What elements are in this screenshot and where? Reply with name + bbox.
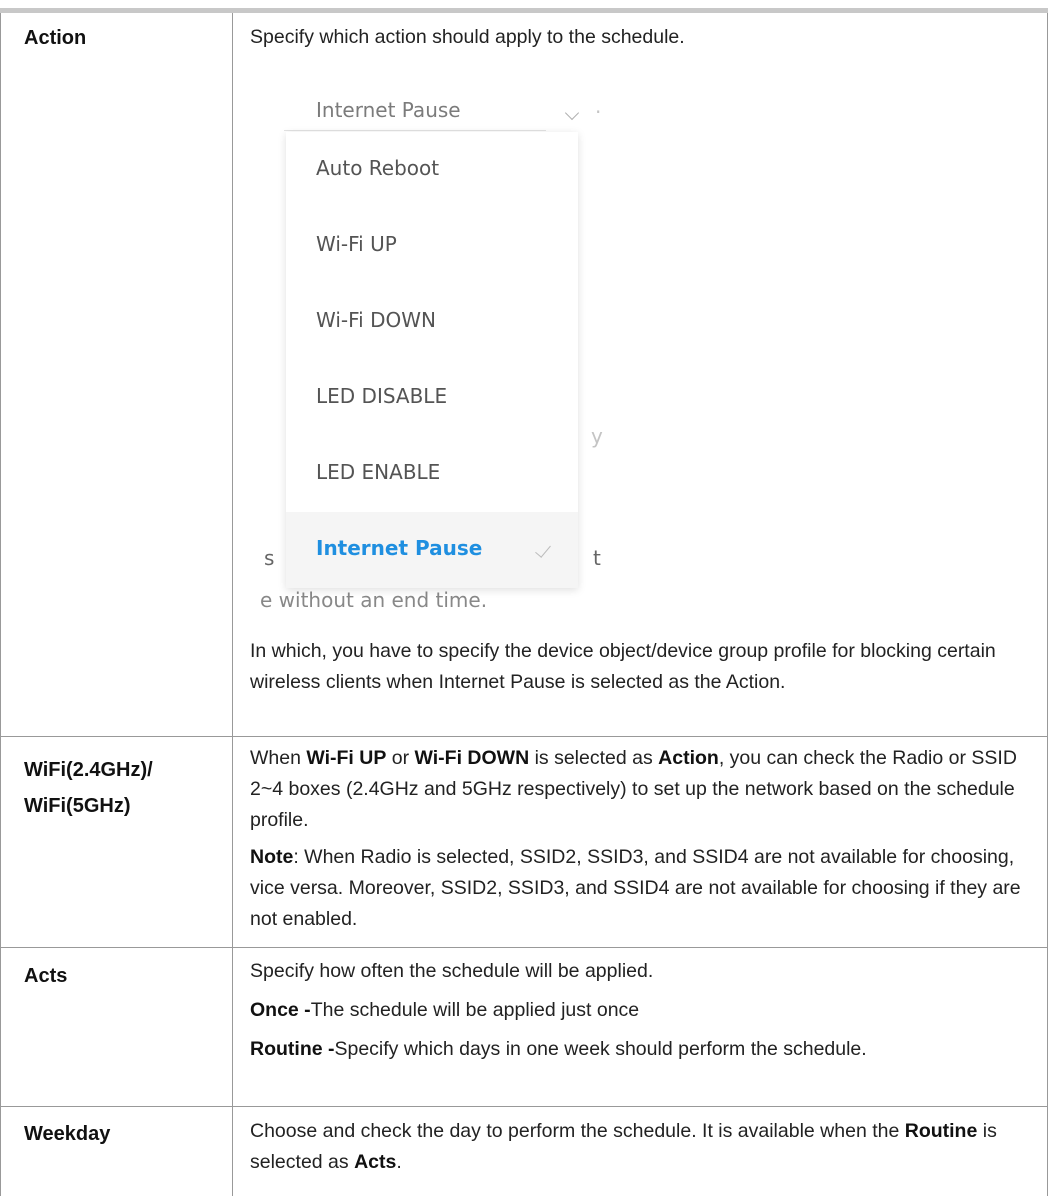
column-divider	[232, 13, 233, 1196]
background-fragment: s	[264, 546, 275, 570]
option-label: Internet Pause	[316, 536, 483, 560]
row-divider	[0, 947, 1048, 948]
weekday-text: Choose and check the day to perform the …	[250, 1120, 997, 1173]
action-description: Specify which action should apply to the…	[250, 22, 1035, 53]
acts-once: Once -The schedule will be applied just …	[250, 999, 640, 1021]
table-top-border	[0, 8, 1048, 13]
action-note: In which, you have to specify the device…	[250, 636, 1035, 698]
option-led-enable[interactable]: LED ENABLE	[286, 436, 578, 512]
param-wifi: WiFi(2.4GHz)/ WiFi(5GHz)	[24, 752, 153, 824]
acts-description: Specify how often the schedule will be a…	[250, 956, 1035, 1065]
param-acts: Acts	[24, 965, 68, 987]
option-auto-reboot[interactable]: Auto Reboot	[286, 132, 578, 208]
param-wifi-line2: WiFi(5GHz)	[24, 795, 131, 817]
wifi-para-1: When Wi-Fi UP or Wi-Fi DOWN is selected …	[250, 747, 1017, 831]
table-left-border	[0, 13, 1, 1196]
option-label: Wi-Fi UP	[316, 232, 397, 256]
option-led-disable[interactable]: LED DISABLE	[286, 360, 578, 436]
option-label: LED ENABLE	[316, 460, 441, 484]
action-select[interactable]: Internet Pause	[284, 88, 580, 131]
param-wifi-line1: WiFi(2.4GHz)/	[24, 759, 153, 781]
option-label: Auto Reboot	[316, 156, 440, 180]
option-internet-pause[interactable]: Internet Pause	[286, 512, 578, 588]
background-fragment: y	[591, 424, 603, 448]
option-label: LED DISABLE	[316, 384, 448, 408]
chevron-down-icon	[564, 105, 580, 121]
background-fragment: ·	[595, 100, 602, 124]
action-note-text: In which, you have to specify the device…	[250, 640, 996, 693]
action-intro: Specify which action should apply to the…	[250, 26, 685, 48]
weekday-description: Choose and check the day to perform the …	[250, 1116, 1035, 1178]
option-wifi-up[interactable]: Wi-Fi UP	[286, 208, 578, 284]
param-action: Action	[24, 27, 87, 49]
row-divider	[0, 1106, 1048, 1107]
action-dropdown-menu: Auto Reboot Wi-Fi UP Wi-Fi DOWN LED DISA…	[286, 132, 578, 588]
wifi-description: When Wi-Fi UP or Wi-Fi DOWN is selected …	[250, 743, 1035, 935]
option-label: Wi-Fi DOWN	[316, 308, 436, 332]
action-dropdown-screenshot: y · s t e without an end time. Internet …	[252, 80, 612, 620]
action-select-value: Internet Pause	[316, 98, 461, 122]
background-fragment: t	[593, 546, 601, 570]
row-divider	[0, 736, 1048, 737]
wifi-note: Note: When Radio is selected, SSID2, SSI…	[250, 846, 1021, 930]
option-wifi-down[interactable]: Wi-Fi DOWN	[286, 284, 578, 360]
acts-intro: Specify how often the schedule will be a…	[250, 960, 654, 982]
param-weekday: Weekday	[24, 1123, 111, 1145]
acts-routine: Routine -Specify which days in one week …	[250, 1038, 867, 1060]
background-fragment: e without an end time.	[260, 588, 488, 612]
check-icon	[535, 541, 551, 558]
